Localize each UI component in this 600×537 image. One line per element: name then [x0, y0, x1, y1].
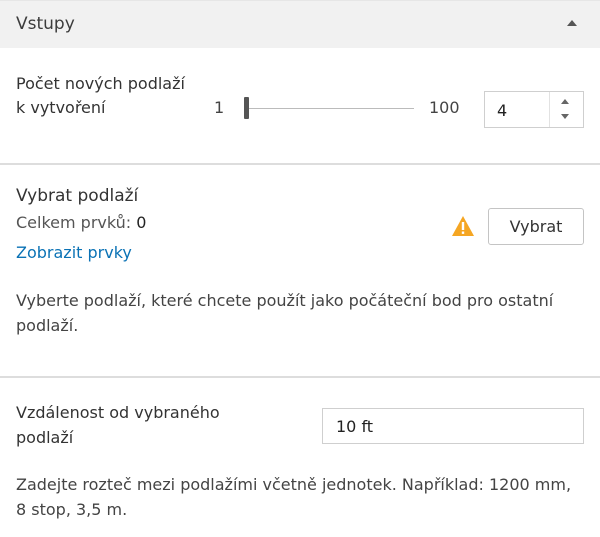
distance-label: Vzdálenost od vybraného podlaží: [16, 403, 220, 447]
floor-count-stepper[interactable]: 4: [484, 91, 584, 128]
stepper-separator: [549, 92, 550, 127]
select-floor-title: Vybrat podlaží: [16, 186, 139, 206]
panel-title: Vstupy: [16, 14, 75, 34]
select-floor-hint: Vyberte podlaží, které chcete použít jak…: [16, 291, 554, 335]
floor-count-value[interactable]: 4: [497, 101, 507, 120]
inputs-panel: Vstupy Počet nových podlaží k vytvoření …: [0, 0, 600, 537]
slider-max-label: 100: [429, 98, 460, 117]
increment-arrow-icon[interactable]: [561, 99, 569, 104]
floor-count-slider-thumb[interactable]: [244, 97, 249, 119]
panel-header[interactable]: Vstupy: [0, 0, 600, 48]
show-elements-link[interactable]: Zobrazit prvky: [16, 243, 132, 262]
element-count-row: Celkem prvků: 0: [16, 213, 146, 232]
warning-icon: [452, 216, 474, 236]
decrement-arrow-icon[interactable]: [561, 114, 569, 119]
floor-count-label: Počet nových podlaží k vytvoření: [16, 74, 185, 117]
select-button[interactable]: Vybrat: [488, 208, 584, 245]
element-count-value: 0: [136, 213, 147, 232]
slider-min-label: 1: [214, 98, 225, 117]
section-divider: [0, 376, 600, 378]
floor-count-slider-track[interactable]: [244, 108, 414, 109]
chevron-up-icon[interactable]: [567, 20, 577, 26]
distance-hint: Zadejte rozteč mezi podlažími včetně jed…: [16, 475, 572, 519]
distance-input[interactable]: [322, 408, 584, 444]
element-count-label: Celkem prvků:: [16, 213, 132, 232]
section-divider: [0, 163, 600, 165]
